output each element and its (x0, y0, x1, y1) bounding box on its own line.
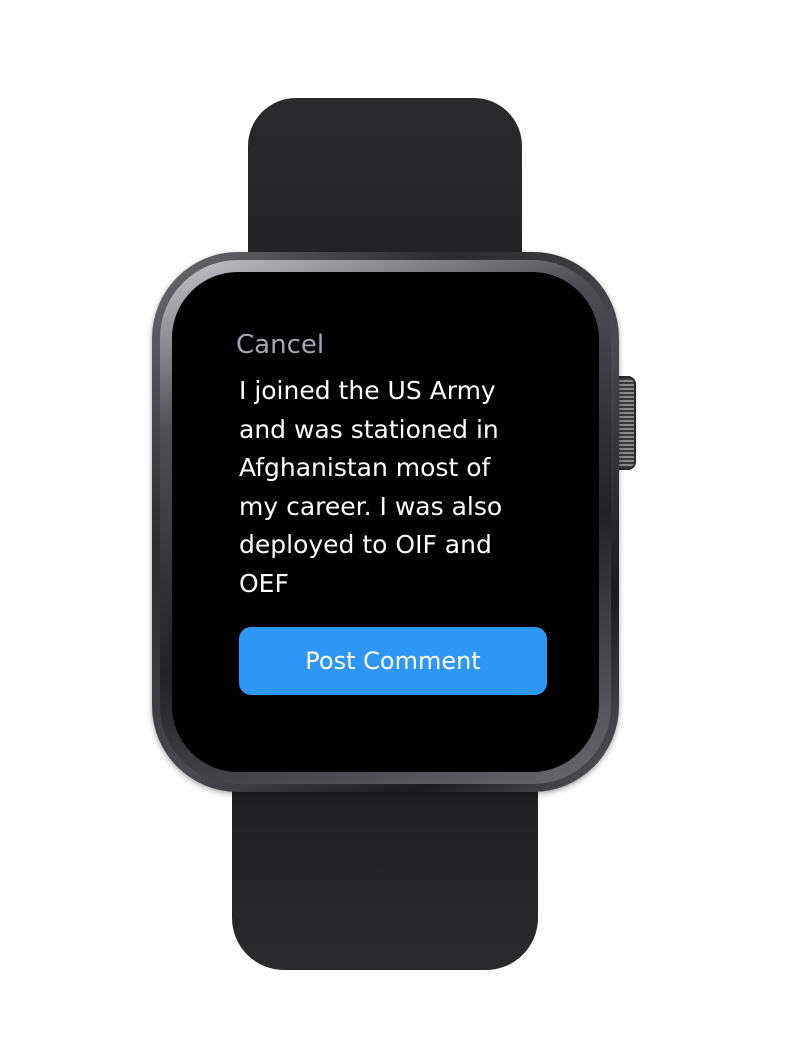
comment-text: I joined the US Army and was stationed i… (239, 372, 559, 603)
comment-line: my career. I was also (239, 491, 503, 521)
comment-line: and was stationed in (239, 414, 499, 444)
comment-line: Afghanistan most of (239, 453, 491, 482)
watch-screen: Cancel I joined the US Army and was stat… (172, 272, 598, 772)
comment-line: deployed to OIF and (239, 530, 492, 559)
comment-line: I joined the US Army (239, 376, 496, 405)
comment-line: OEF (239, 568, 289, 598)
post-comment-button[interactable]: Post Comment (239, 627, 547, 695)
cancel-button[interactable]: Cancel (236, 328, 324, 362)
watch-band-top (248, 98, 522, 278)
